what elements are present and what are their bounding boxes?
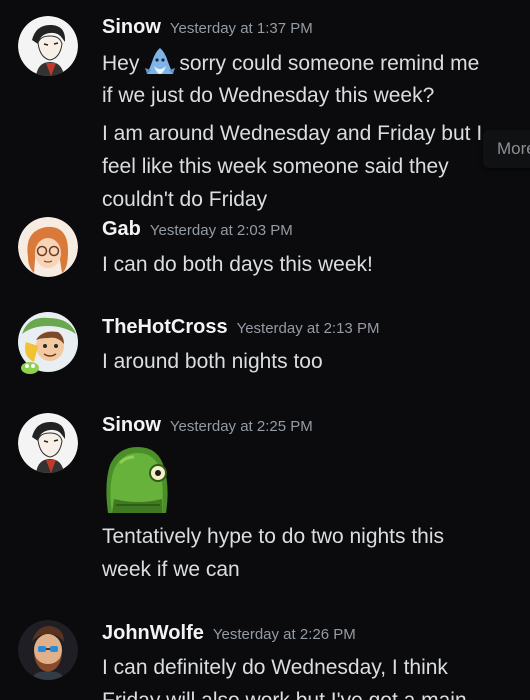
timestamp: Yesterday at 2:26 PM xyxy=(212,626,356,643)
avatar-johnwolfe[interactable] xyxy=(18,620,78,680)
johnwolfe-avatar-icon xyxy=(18,620,78,680)
username[interactable]: TheHotCross xyxy=(102,316,228,338)
message-header: TheHotCross Yesterday at 2:13 PM xyxy=(102,316,379,339)
avatar-sinow[interactable] xyxy=(18,16,78,76)
message-line: Tentatively hype to do two nights this xyxy=(102,525,445,548)
message-line: I can definitely do Wednesday, I think xyxy=(102,656,448,679)
timestamp: Yesterday at 2:13 PM xyxy=(236,320,380,337)
message-line: Friday will also work but I've got a mai… xyxy=(102,684,467,700)
username[interactable]: Sinow xyxy=(102,16,161,38)
message-line: feel like this week someone said they xyxy=(102,155,449,178)
message-list: Sinow Yesterday at 1:37 PM Hey sorry could… xyxy=(0,0,530,700)
username[interactable]: Gab xyxy=(102,218,141,240)
message-header: Gab Yesterday at 2:03 PM xyxy=(102,218,293,241)
avatar-thehotcross[interactable] xyxy=(18,312,78,374)
sinow-avatar-icon xyxy=(18,16,78,76)
message-text: sorry could someone remind me xyxy=(179,52,480,75)
avatar-gab[interactable] xyxy=(18,217,78,277)
timestamp: Yesterday at 2:25 PM xyxy=(169,418,313,435)
message-line: I am around Wednesday and Friday but I xyxy=(102,122,483,145)
sinow-avatar-icon xyxy=(18,413,78,473)
username[interactable]: JohnWolfe xyxy=(102,622,204,644)
shark-emoji-icon xyxy=(145,46,176,76)
message-line: if we just do Wednesday this week? xyxy=(102,84,435,107)
thehotcross-avatar-icon xyxy=(18,312,78,374)
message-header: Sinow Yesterday at 2:25 PM xyxy=(102,414,313,437)
message-header: Sinow Yesterday at 1:37 PM xyxy=(102,16,313,39)
timestamp: Yesterday at 1:37 PM xyxy=(169,20,313,37)
username[interactable]: Sinow xyxy=(102,414,161,436)
timestamp: Yesterday at 2:03 PM xyxy=(149,222,293,239)
gab-avatar-icon xyxy=(18,217,78,277)
message-header: JohnWolfe Yesterday at 2:26 PM xyxy=(102,622,356,645)
message-line: I around both nights too xyxy=(102,350,323,373)
message-text: Hey xyxy=(102,52,140,75)
message-line: I can do both days this week! xyxy=(102,253,373,276)
green-blob-emoji-icon[interactable] xyxy=(100,443,174,517)
avatar-sinow[interactable] xyxy=(18,413,78,473)
message-line: Hey sorry could someone remind me xyxy=(102,46,479,80)
message-line: week if we can xyxy=(102,558,240,581)
message-line: couldn't do Friday xyxy=(102,188,268,211)
more-tooltip: More xyxy=(483,130,530,168)
